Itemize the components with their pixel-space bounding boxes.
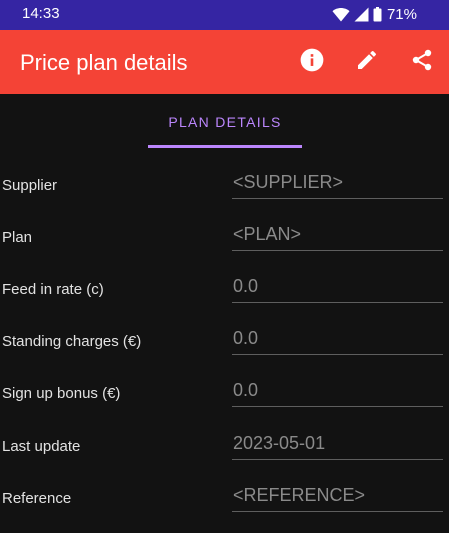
tab-label: PLAN DETAILS — [168, 114, 282, 130]
standing-charges-label: Standing charges (€) — [2, 333, 142, 350]
sign-up-bonus-field[interactable]: 0.0 — [232, 376, 443, 407]
last-update-value: 2023-05-01 — [233, 433, 326, 453]
page-title: Price plan details — [20, 50, 188, 75]
standing-charges-field[interactable]: 0.0 — [232, 324, 443, 355]
feed-in-rate-value: 0.0 — [233, 276, 259, 296]
reference-row: Reference <REFERENCE> — [0, 481, 449, 533]
status-time: 14:33 — [22, 5, 60, 22]
tab-bar: PLAN DETAILS — [0, 94, 449, 150]
battery-percentage: 71% — [386, 5, 417, 23]
plan-row: Plan <PLAN> — [0, 220, 449, 272]
share-icon — [410, 48, 434, 77]
reference-field[interactable]: <REFERENCE> — [232, 481, 443, 512]
sign-up-bonus-value: 0.0 — [233, 380, 259, 400]
share-button[interactable] — [408, 48, 436, 76]
reference-value: <REFERENCE> — [233, 485, 366, 505]
wifi-icon — [332, 7, 350, 22]
reference-label: Reference — [2, 490, 72, 507]
status-bar: 14:33 71% — [0, 0, 449, 30]
plan-field[interactable]: <PLAN> — [232, 220, 443, 251]
standing-charges-value: 0.0 — [233, 328, 259, 348]
supplier-row: Supplier <SUPPLIER> — [0, 168, 449, 220]
supplier-field[interactable]: <SUPPLIER> — [232, 168, 443, 199]
supplier-value: <SUPPLIER> — [233, 172, 344, 192]
sign-up-bonus-row: Sign up bonus (€) 0.0 — [0, 376, 449, 428]
tab-plan-details[interactable]: PLAN DETAILS — [148, 94, 302, 150]
status-icons: 71% — [332, 4, 417, 24]
tab-indicator — [148, 145, 302, 148]
feed-in-rate-row: Feed in rate (c) 0.0 — [0, 272, 449, 324]
plan-value: <PLAN> — [233, 224, 302, 244]
edit-button[interactable] — [353, 48, 381, 76]
app-bar: Price plan details — [0, 30, 449, 94]
sign-up-bonus-label: Sign up bonus (€) — [2, 385, 121, 402]
standing-charges-row: Standing charges (€) 0.0 — [0, 324, 449, 376]
feed-in-rate-label: Feed in rate (c) — [2, 281, 104, 298]
battery-icon — [373, 6, 382, 22]
plan-label: Plan — [2, 229, 33, 246]
info-icon — [299, 47, 325, 78]
last-update-label: Last update — [2, 438, 81, 455]
last-update-field[interactable]: 2023-05-01 — [232, 429, 443, 460]
cellular-signal-icon — [354, 7, 369, 22]
info-button[interactable] — [298, 48, 326, 76]
edit-icon — [355, 48, 379, 77]
supplier-label: Supplier — [2, 177, 58, 194]
last-update-row: Last update 2023-05-01 — [0, 429, 449, 481]
feed-in-rate-field[interactable]: 0.0 — [232, 272, 443, 303]
